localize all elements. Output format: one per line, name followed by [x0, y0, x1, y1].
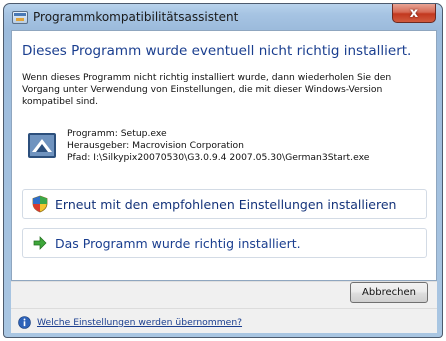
installed-correctly-option[interactable]: Das Programm wurde richtig installiert.: [22, 228, 427, 258]
window-title: Programmkompatibilitätsassistent: [33, 10, 239, 24]
main-content: Dieses Programm wurde eventuell nicht ri…: [11, 30, 437, 281]
program-publisher: Herausgeber: Macrovision Corporation: [67, 140, 244, 151]
installed-correctly-label: Das Programm wurde richtig installiert.: [55, 235, 301, 251]
setup-program-icon: [28, 133, 56, 158]
close-icon: x: [409, 5, 419, 21]
settings-help-link[interactable]: Welche Einstellungen werden übernommen?: [37, 317, 242, 328]
main-heading: Dieses Programm wurde eventuell nicht ri…: [22, 43, 412, 59]
program-details: Programm: Setup.exe Herausgeber: Macrovi…: [67, 128, 369, 164]
dialog-window: Programmkompatibilitätsassistent x Diese…: [3, 3, 443, 338]
reinstall-option-label: Erneut mit den empfohlenen Einstellungen…: [55, 196, 397, 212]
app-window-icon: [12, 11, 28, 24]
close-button[interactable]: x: [392, 4, 436, 23]
footer-divider: [11, 308, 437, 309]
program-name: Programm: Setup.exe: [67, 128, 167, 139]
reinstall-recommended-option[interactable]: Erneut mit den empfohlenen Einstellungen…: [22, 189, 427, 219]
shield-icon: [32, 195, 48, 213]
info-icon: [18, 316, 31, 329]
description-text: Wenn dieses Programm nicht richtig insta…: [22, 72, 392, 107]
green-arrow-icon: [33, 236, 47, 250]
cancel-button[interactable]: Abbrechen: [350, 282, 428, 303]
program-path: Pfad: I:\Silkypix20070530\G3.0.9.4 2007.…: [67, 152, 370, 163]
title-bar[interactable]: Programmkompatibilitätsassistent x: [4, 4, 442, 30]
dialog-footer: Abbrechen Welche Einstellungen werden üb…: [11, 281, 437, 333]
